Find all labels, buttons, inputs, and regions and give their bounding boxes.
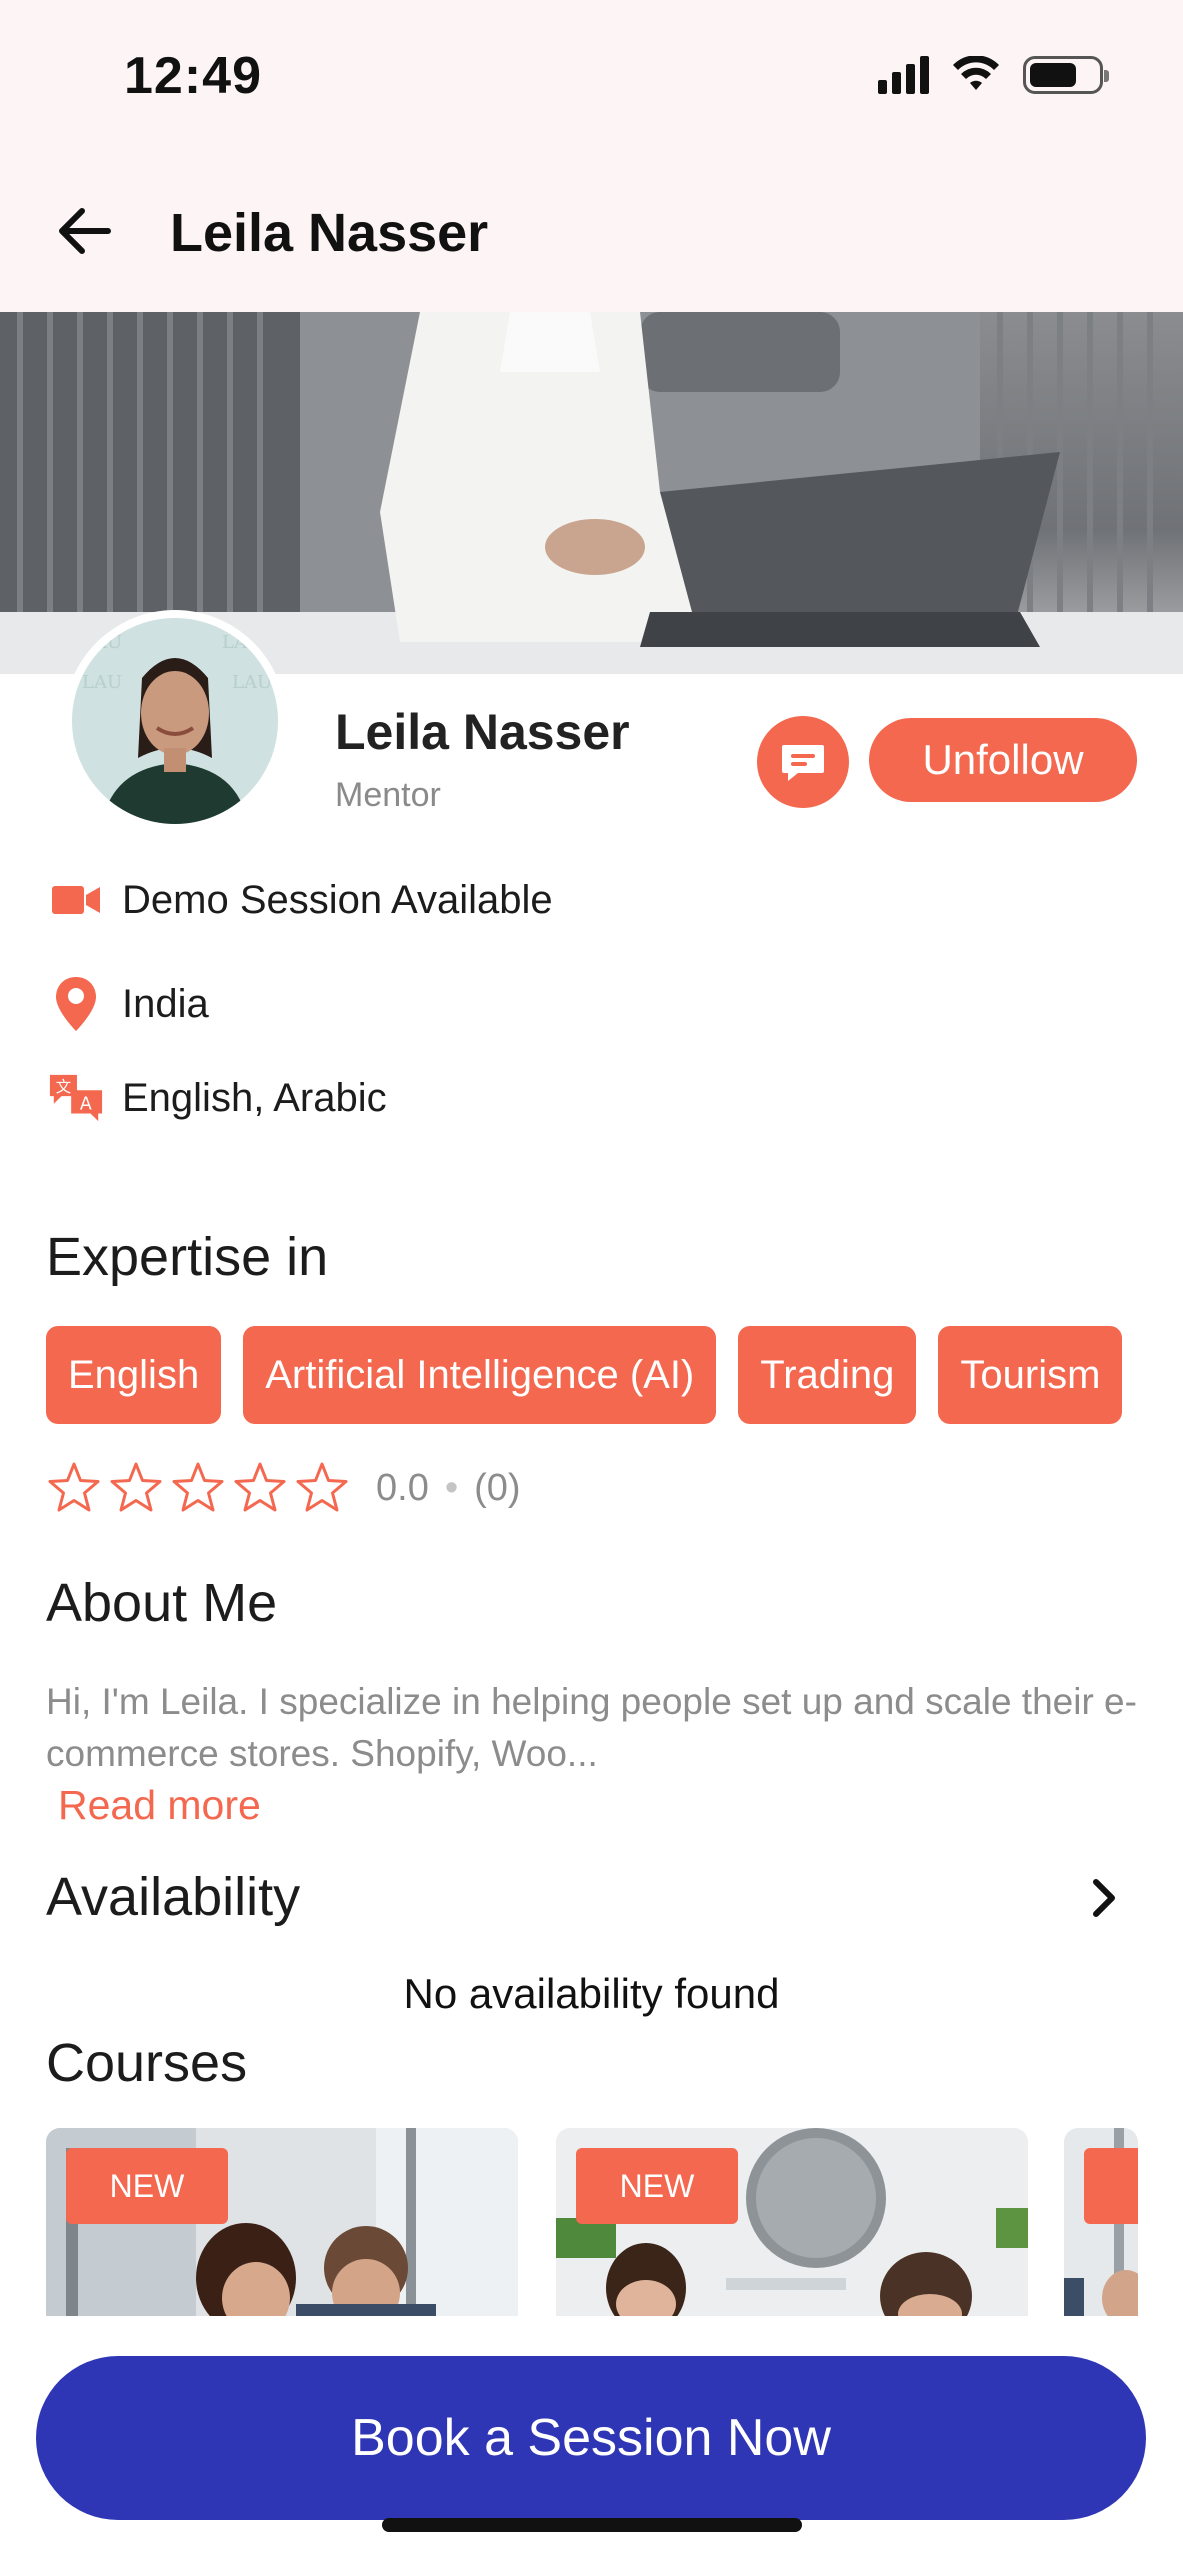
battery-icon: [1023, 56, 1109, 94]
rating: 0.0 • (0): [46, 1460, 521, 1516]
wifi-icon: [953, 56, 999, 90]
courses-title: Courses: [46, 2033, 248, 2093]
status-time: 12:49: [124, 47, 262, 105]
demo-session-row: Demo Session Available: [48, 872, 553, 928]
nav-bar: Leila Nasser: [0, 160, 1183, 312]
profile-role: Mentor: [335, 776, 441, 814]
expertise-chip[interactable]: English: [46, 1326, 222, 1424]
book-session-button[interactable]: Book a Session Now: [36, 2356, 1146, 2520]
rating-count: (0): [474, 1466, 521, 1509]
chevron-right-icon[interactable]: [1080, 1868, 1128, 1928]
course-card[interactable]: [1064, 2128, 1138, 2316]
expertise-title: Expertise in: [46, 1227, 329, 1287]
svg-text:LAU: LAU: [82, 672, 122, 693]
translate-icon: 文 A: [49, 1074, 103, 1122]
languages-row: 文 A English, Arabic: [48, 1070, 387, 1126]
courses-carousel[interactable]: NEW NEW: [46, 2128, 1138, 2316]
svg-text:文: 文: [56, 1078, 71, 1096]
expertise-chip[interactable]: Tourism: [938, 1326, 1123, 1424]
signal-icon: [878, 56, 929, 94]
location-pin-icon: [56, 977, 96, 1031]
about-title: About Me: [46, 1573, 278, 1633]
star-outline-icon: [48, 1462, 100, 1512]
new-badge: NEW: [66, 2148, 228, 2224]
expertise-chip[interactable]: Trading: [738, 1326, 917, 1424]
back-arrow-icon[interactable]: [50, 196, 120, 266]
languages-text: English, Arabic: [122, 1075, 387, 1120]
course-card[interactable]: NEW: [556, 2128, 1028, 2316]
star-outline-icon: [110, 1462, 162, 1512]
availability-title[interactable]: Availability: [46, 1866, 300, 1928]
location-row: India: [48, 976, 209, 1032]
home-indicator[interactable]: [382, 2518, 802, 2532]
star-outline-icon: [234, 1462, 286, 1512]
rating-separator: •: [444, 1466, 459, 1509]
status-icons: [878, 56, 1109, 94]
profile-name: Leila Nasser: [335, 704, 630, 760]
expertise-chips[interactable]: English Artificial Intelligence (AI) Tra…: [46, 1326, 1138, 1426]
rating-value: 0.0: [376, 1466, 429, 1509]
unfollow-button[interactable]: Unfollow: [869, 718, 1137, 802]
expertise-chip[interactable]: Artificial Intelligence (AI): [243, 1326, 717, 1424]
new-badge-partial: [1084, 2148, 1138, 2224]
availability-empty-text: No availability found: [403, 1970, 780, 2017]
chat-icon: [782, 745, 824, 781]
avatar: LAU LAU LAU LAU: [64, 610, 286, 832]
location-text: India: [122, 981, 209, 1026]
course-card[interactable]: NEW: [46, 2128, 518, 2316]
new-badge: NEW: [576, 2148, 738, 2224]
message-button[interactable]: [757, 716, 849, 808]
page-title: Leila Nasser: [170, 203, 489, 263]
video-camera-icon: [52, 886, 100, 914]
svg-text:LAU: LAU: [232, 672, 272, 693]
star-outline-icon: [296, 1462, 348, 1512]
demo-session-text: Demo Session Available: [122, 877, 553, 922]
read-more-link[interactable]: Read more: [58, 1782, 261, 1829]
about-text: Hi, I'm Leila. I specialize in helping p…: [46, 1681, 1137, 1774]
status-bar: 12:49: [0, 0, 1183, 160]
star-outline-icon: [172, 1462, 224, 1512]
svg-text:A: A: [80, 1095, 92, 1115]
